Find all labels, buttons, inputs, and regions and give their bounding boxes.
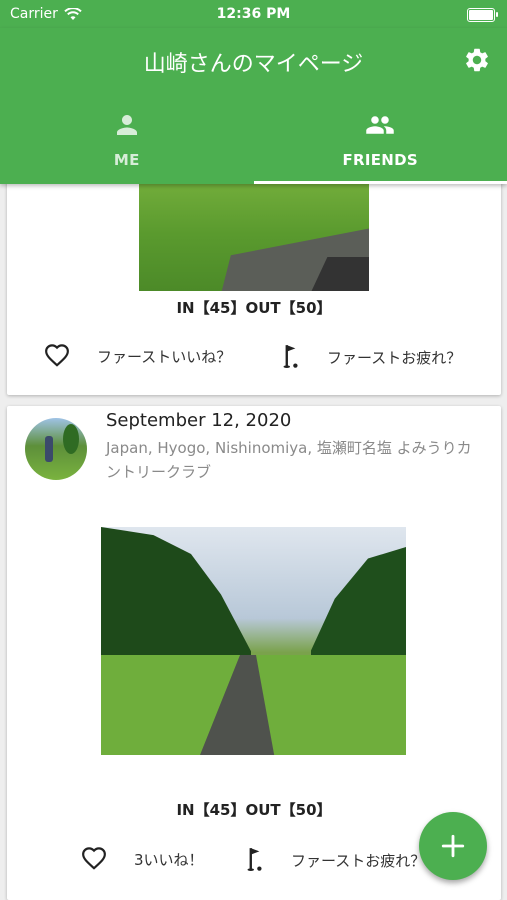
tab-me-label: ME [113,151,140,169]
app-bar: 山崎さんのマイページ ME FRIENDS [0,28,507,184]
group-icon [366,116,394,134]
status-time: 12:36 PM [216,6,291,22]
cheer-label: ファーストお疲れ？ [291,851,426,870]
tab-me[interactable]: ME [0,108,254,184]
golf-flag-icon [283,345,298,368]
cheer-button[interactable]: ファーストお疲れ？ [277,343,461,371]
post-date: September 12, 2020 [106,410,292,431]
add-post-button[interactable] [419,812,487,880]
cheer-button[interactable]: ファーストお疲れ？ [241,846,425,874]
settings-gear-icon[interactable] [463,46,491,74]
post-actions: ファーストいいね？ ファーストお疲れ？ [7,343,501,373]
score-text: IN【45】OUT【50】 [176,801,332,819]
score-text: IN【45】OUT【50】 [176,299,332,317]
plus-icon [441,834,465,858]
page-title: 山崎さんのマイページ [143,52,364,77]
post-photo[interactable] [101,527,406,755]
like-button[interactable]: 3いいね！ [80,846,204,872]
tab-friends[interactable]: FRIENDS [253,108,507,184]
like-label: 3いいね！ [134,850,204,869]
tab-bar: ME FRIENDS [0,108,507,184]
tab-friends-label: FRIENDS [342,151,419,169]
person-icon [116,115,137,135]
tab-indicator [253,181,507,184]
like-button[interactable]: ファーストいいね？ [43,343,231,369]
golf-flag-icon [247,848,262,871]
cheer-label: ファーストお疲れ？ [327,348,462,367]
heart-icon [45,344,69,367]
avatar[interactable] [25,418,87,480]
heart-icon [82,847,106,870]
post-location: Japan, Hyogo, Nishinomiya, 塩瀬町名塩 よみうりカント… [106,439,472,481]
like-label: ファーストいいね？ [97,347,232,366]
post-card: IN【45】OUT【50】 ファーストいいね？ ファーストお疲れ？ [7,165,501,395]
battery-icon [467,8,498,22]
status-bar: Carrier 12:36 PM [0,0,507,28]
